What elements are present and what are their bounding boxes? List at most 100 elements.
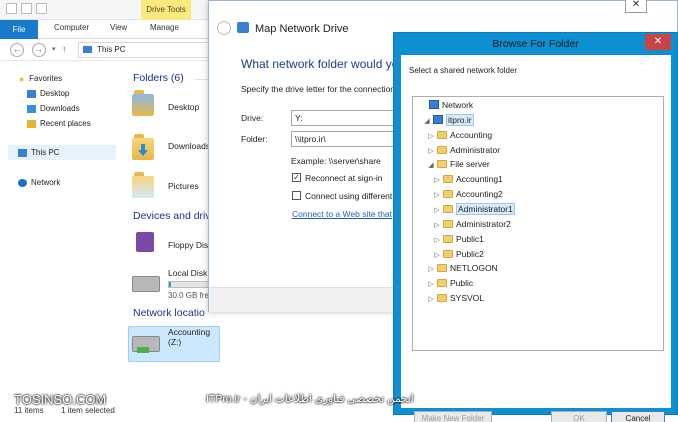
close-button[interactable]: ✕ [625, 0, 647, 13]
tree-node-label: Accounting [450, 129, 493, 140]
browse-body: Select a shared network folder Network ◢ i… [401, 55, 671, 422]
computer-icon [83, 46, 92, 53]
tree-node[interactable]: ▷ Public [427, 277, 473, 289]
local-disk-icon [132, 276, 160, 292]
expand-toggle-icon[interactable]: ▷ [427, 146, 435, 158]
folder-icon [443, 175, 453, 184]
folder-item-desktop[interactable]: Desktop [168, 102, 199, 112]
expand-toggle-icon[interactable]: ▷ [427, 131, 435, 143]
device-floppy[interactable]: Floppy Dis [168, 240, 208, 250]
star-icon: ★ [18, 74, 26, 84]
tree-node[interactable]: ◢ itpro.ir [423, 113, 474, 128]
expand-toggle-icon[interactable]: ▷ [433, 205, 441, 217]
tree-node[interactable]: ▷ NETLOGON [427, 262, 497, 276]
new-folder-icon[interactable] [21, 3, 32, 14]
properties-icon[interactable] [6, 3, 17, 14]
tree-node[interactable]: ▷ Administrator1 [433, 202, 515, 217]
folder-icon [443, 204, 453, 213]
reconnect-label: Reconnect at sign-in [305, 173, 383, 183]
computer-icon [18, 148, 27, 157]
page-subheading: Specify the drive letter for the connect… [241, 84, 396, 94]
desktop-folder-icon [132, 90, 154, 116]
nav-network[interactable]: Network [18, 178, 60, 187]
web-site-link[interactable]: Connect to a Web site that [292, 209, 392, 219]
group-header-folders[interactable]: Folders (6) [133, 72, 184, 84]
tree-node[interactable]: ◢ File server [427, 158, 490, 172]
local-disk-free: 30.0 GB fre [168, 291, 209, 300]
status-selected: 1 item selected [61, 406, 115, 415]
network-icon [18, 178, 27, 187]
tree-node[interactable]: ▷ Accounting [427, 129, 492, 141]
expand-toggle-icon[interactable]: ◢ [423, 116, 431, 128]
tree-node[interactable]: ▷ Public1 [433, 233, 484, 245]
folder-icon [437, 145, 447, 154]
tree-node-label: Administrator2 [456, 218, 511, 229]
different-credentials-checkbox[interactable] [292, 191, 301, 200]
ribbon-tabs: File Computer View Manage [0, 20, 210, 39]
expand-toggle-icon[interactable]: ▷ [427, 279, 435, 291]
tab-computer[interactable]: Computer [54, 23, 89, 32]
nav-downloads[interactable]: Downloads [27, 104, 80, 113]
reconnect-checkbox[interactable]: ✓ [292, 173, 301, 182]
tree-node[interactable]: ▷ SYSVOL [427, 292, 484, 304]
map-drive-titlebar: ✕ Map Network Drive [209, 0, 677, 36]
cancel-button[interactable]: Cancel [611, 411, 665, 422]
dialog-title: Map Network Drive [255, 23, 349, 35]
tab-view[interactable]: View [110, 23, 127, 32]
network-location-accounting[interactable]: Accounting (Z:) [168, 327, 215, 347]
recent-locations-icon[interactable]: ▾ [52, 45, 56, 53]
address-field[interactable]: This PC [78, 42, 210, 58]
close-button[interactable]: ✕ [645, 34, 671, 50]
drive-select[interactable]: Y: [291, 110, 396, 126]
group-header-network-locations[interactable]: Network locatio [133, 307, 205, 319]
customize-toolbar-icon[interactable] [36, 3, 47, 14]
tab-file[interactable]: File [0, 20, 38, 39]
floppy-drive-icon [136, 232, 154, 252]
expand-toggle-icon[interactable]: ▷ [433, 220, 441, 232]
folder-item-downloads[interactable]: Downloads [168, 141, 210, 151]
nav-favorites[interactable]: ★ Favorites [18, 74, 62, 84]
tree-node-label: Network [442, 100, 474, 110]
folder-icon [437, 279, 447, 288]
expand-toggle-icon[interactable]: ◢ [427, 160, 435, 172]
up-icon[interactable]: ↑ [62, 44, 67, 54]
quick-access-toolbar [6, 3, 47, 14]
tree-node[interactable]: ▷ Administrator2 [433, 218, 511, 230]
expand-toggle-icon[interactable]: ▷ [427, 264, 435, 276]
folder-tree[interactable]: Network ◢ itpro.ir ▷ Accounting ▷ Administrato… [412, 96, 664, 351]
expand-toggle-icon[interactable]: ▷ [433, 235, 441, 247]
address-bar-row: ← → ▾ ↑ This PC [0, 39, 210, 61]
expand-toggle-icon[interactable]: ▷ [433, 175, 441, 187]
downloads-folder-icon [132, 134, 154, 160]
drive-tools-context-tab: Drive Tools [141, 0, 191, 20]
tree-node[interactable]: ▷ Accounting2 [433, 188, 503, 200]
back-button[interactable] [217, 21, 231, 35]
tree-node-label: Administrator1 [456, 202, 515, 215]
forward-button[interactable]: → [32, 43, 46, 57]
tree-node[interactable]: Network [419, 99, 473, 111]
folder-icon [443, 190, 453, 199]
nav-thispc[interactable]: This PC [18, 148, 59, 157]
folder-input[interactable]: \\itpro.ir\ [291, 131, 396, 147]
device-local-disk[interactable]: Local Disk [168, 268, 207, 278]
nav-recent-places[interactable]: Recent places [27, 119, 91, 128]
ok-button[interactable]: OK [551, 411, 607, 422]
folder-item-pictures[interactable]: Pictures [168, 181, 199, 191]
back-button[interactable]: ← [10, 43, 24, 57]
tree-node[interactable]: ▷ Administrator [427, 144, 500, 156]
expand-toggle-icon[interactable]: ▷ [433, 190, 441, 202]
expand-toggle-icon[interactable]: ▷ [427, 294, 435, 306]
tree-node[interactable]: ▷ Public2 [433, 248, 484, 260]
tree-node[interactable]: ▷ Accounting1 [433, 173, 503, 185]
tab-manage[interactable]: Manage [150, 23, 179, 32]
expand-toggle-icon[interactable]: ▷ [433, 250, 441, 262]
browse-for-folder-dialog: Browse For Folder ✕ Select a shared netw… [393, 32, 678, 422]
make-new-folder-button[interactable]: Make New Folder [414, 411, 492, 422]
tree-node-label: Public [450, 278, 474, 289]
nav-desktop[interactable]: Desktop [27, 89, 69, 98]
tree-node-label: File server [450, 159, 490, 170]
tree-node-label: Public2 [456, 248, 484, 259]
desktop-icon [27, 89, 36, 98]
folder-label: Folder: [241, 134, 268, 144]
group-header-devices[interactable]: Devices and driv [133, 210, 211, 222]
